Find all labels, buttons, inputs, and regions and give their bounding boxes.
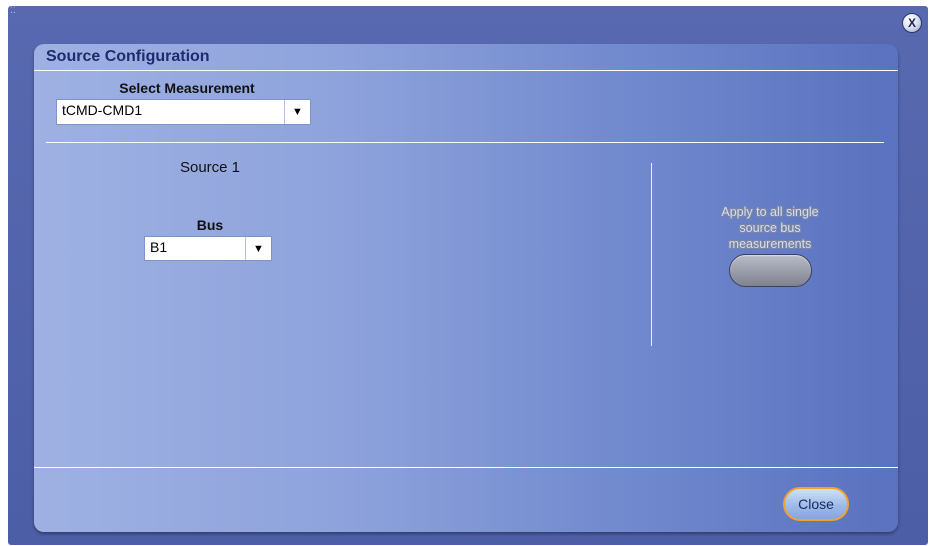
bus-value: B1 bbox=[150, 239, 168, 255]
section-divider bbox=[46, 142, 884, 143]
bus-dropdown[interactable]: B1 ▼ bbox=[144, 236, 272, 261]
close-button[interactable]: Close bbox=[783, 487, 849, 521]
title-divider bbox=[34, 70, 898, 71]
apply-text-line2: source bus bbox=[739, 221, 801, 235]
apply-text-line3: measurements bbox=[728, 237, 812, 251]
select-measurement-label: Select Measurement bbox=[119, 80, 255, 96]
apply-to-all-label: Apply to all single source bus measureme… bbox=[700, 204, 840, 252]
footer-divider bbox=[34, 467, 898, 468]
window-close-button[interactable]: X bbox=[902, 13, 922, 33]
chevron-down-icon[interactable]: ▼ bbox=[245, 237, 271, 260]
close-button-label: Close bbox=[798, 496, 834, 512]
select-measurement-value: tCMD-CMD1 bbox=[62, 102, 143, 118]
apply-to-all-button[interactable] bbox=[729, 254, 812, 287]
source-1-label: Source 1 bbox=[179, 159, 241, 176]
apply-text-line1: Apply to all single bbox=[721, 205, 819, 219]
vertical-divider bbox=[651, 163, 652, 346]
panel-title: Source Configuration bbox=[46, 48, 210, 65]
bus-label: Bus bbox=[196, 217, 224, 233]
close-x-icon: X bbox=[907, 16, 916, 30]
select-measurement-dropdown[interactable]: tCMD-CMD1 ▼ bbox=[56, 99, 311, 125]
chevron-down-icon[interactable]: ▼ bbox=[284, 100, 310, 124]
window-grip-icon[interactable]: ⁚⁚ bbox=[10, 6, 18, 15]
